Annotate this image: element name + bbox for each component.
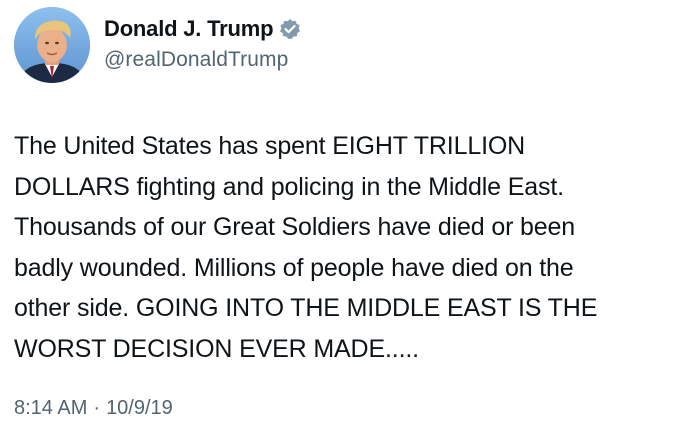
avatar-photo-icon (14, 7, 90, 83)
tweet-text: The United States has spent EIGHT TRILLI… (14, 132, 598, 363)
author-display-name[interactable]: Donald J. Trump (104, 16, 274, 42)
meta-separator: · (93, 397, 101, 419)
tweet-date: 10/9/19 (106, 397, 173, 419)
tweet-timestamp[interactable]: 8:14 AM · 10/9/19 (14, 397, 173, 420)
author-handle[interactable]: @realDonaldTrump (104, 48, 288, 72)
tweet-card: Donald J. Trump @realDonaldTrump The Uni… (0, 0, 690, 434)
author-name-row: Donald J. Trump (104, 14, 301, 44)
tweet-time: 8:14 AM (14, 397, 88, 419)
author-avatar[interactable] (14, 7, 90, 83)
verified-badge-icon (279, 18, 301, 40)
